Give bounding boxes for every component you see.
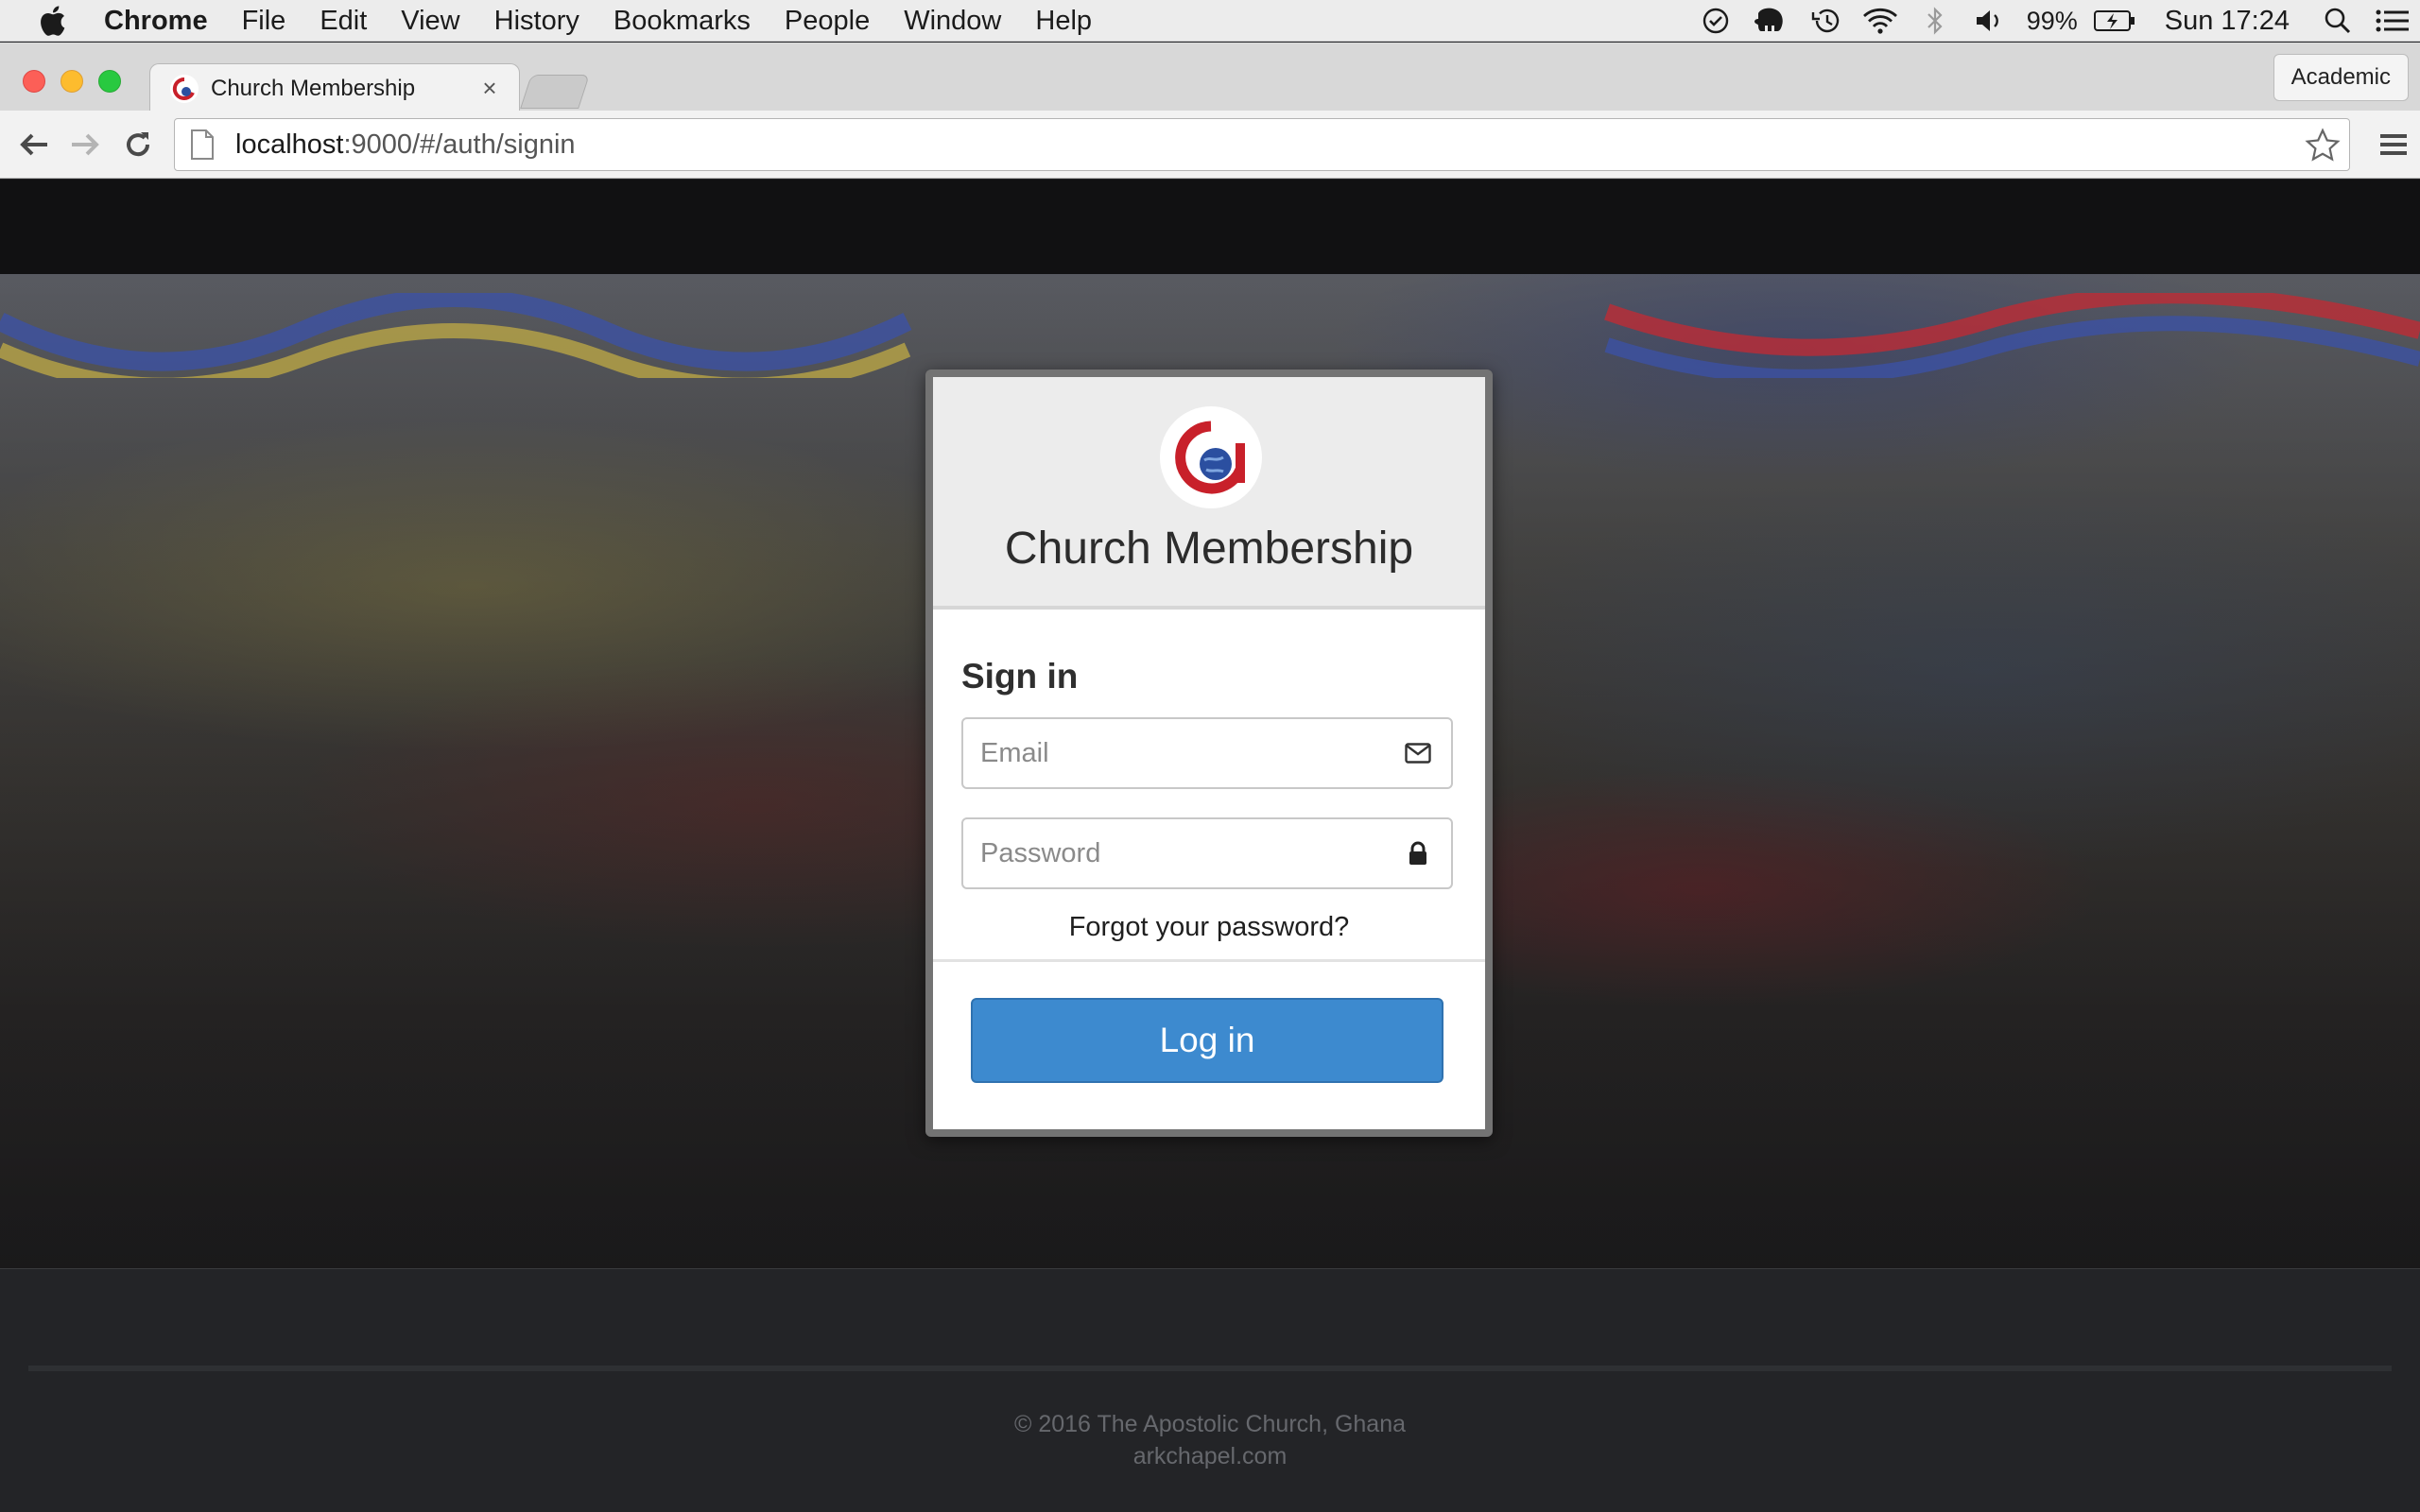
password-input[interactable] [980,837,1402,869]
church-logo-icon [1160,406,1262,508]
forgot-password-link[interactable]: Forgot your password? [933,912,1485,943]
envelope-icon [1402,737,1434,769]
profile-button[interactable]: Academic [2273,54,2409,101]
back-arrow-icon[interactable] [15,126,53,163]
menu-clock[interactable]: Sun 17:24 [2142,6,2310,37]
spotlight-search-icon[interactable] [2310,0,2365,42]
menu-history[interactable]: History [477,0,596,42]
password-field[interactable] [961,817,1453,889]
tab-title: Church Membership [211,75,416,101]
window-close-button[interactable] [23,70,45,93]
bookmark-star-icon[interactable] [2304,127,2342,164]
menu-app-chrome[interactable]: Chrome [104,0,225,42]
address-url[interactable]: localhost:9000/#/auth/signin [235,129,576,161]
login-button[interactable]: Log in [971,998,1443,1083]
page-document-icon [191,129,214,160]
forward-arrow-icon[interactable] [66,126,104,163]
task-checklist-icon[interactable] [1688,0,1743,42]
menu-file[interactable]: File [225,0,303,42]
bluetooth-icon[interactable] [1908,0,1962,42]
hero-background-photo: Church Membership Sign in Forgot your pa… [0,274,2420,1268]
menu-view[interactable]: View [384,0,476,42]
brand-title: Church Membership [1004,524,1414,574]
evernote-elephant-icon[interactable] [1743,0,1798,42]
apple-menu-icon[interactable] [0,0,104,42]
login-card-header: Church Membership [933,377,1485,610]
email-field[interactable] [961,717,1453,789]
login-form: Sign in Forgot your password? [933,610,1485,959]
page-footer: © 2016 The Apostolic Church, Ghana arkch… [0,1268,2420,1512]
login-card: Church Membership Sign in Forgot your pa… [925,369,1493,1137]
lock-icon [1402,837,1434,869]
notification-center-icon[interactable] [2365,0,2420,42]
church-favicon-icon [170,74,199,103]
window-minimize-button[interactable] [60,70,83,93]
url-path: :9000/#/auth/signin [343,129,576,160]
footer-site-link[interactable]: arkchapel.com [0,1443,2420,1470]
window-zoom-button[interactable] [98,70,121,93]
menu-bookmarks[interactable]: Bookmarks [596,0,768,42]
browser-toolbar: localhost:9000/#/auth/signin [0,111,2420,179]
time-machine-icon[interactable] [1798,0,1853,42]
tab-close-icon[interactable]: × [477,74,502,103]
menu-edit[interactable]: Edit [302,0,384,42]
login-card-footer: Log in [933,959,1485,1125]
wifi-icon[interactable] [1853,0,1908,42]
menu-window[interactable]: Window [887,0,1018,42]
page-navbar [0,180,2420,274]
battery-charging-icon[interactable] [2087,0,2142,42]
url-host: localhost [235,129,344,160]
browser-tab-strip: Church Membership × Academic [0,43,2420,112]
chrome-menu-icon[interactable] [2375,126,2412,163]
reload-icon[interactable] [119,126,157,163]
menu-help[interactable]: Help [1018,0,1109,42]
menu-people[interactable]: People [768,0,887,42]
footer-copyright: © 2016 The Apostolic Church, Ghana [1013,1411,1407,1437]
new-tab-button[interactable] [520,75,590,109]
browser-tab-active[interactable]: Church Membership × [149,63,520,112]
email-input[interactable] [980,737,1402,769]
address-bar[interactable]: localhost:9000/#/auth/signin [174,118,2350,171]
footer-divider [28,1366,2392,1371]
decorative-bunting [0,293,2420,378]
macos-menu-bar: Chrome File Edit View History Bookmarks … [0,0,2420,42]
battery-percentage: 99% [2026,6,2078,35]
sign-in-heading: Sign in [961,657,1079,696]
volume-icon[interactable] [1962,0,2017,42]
